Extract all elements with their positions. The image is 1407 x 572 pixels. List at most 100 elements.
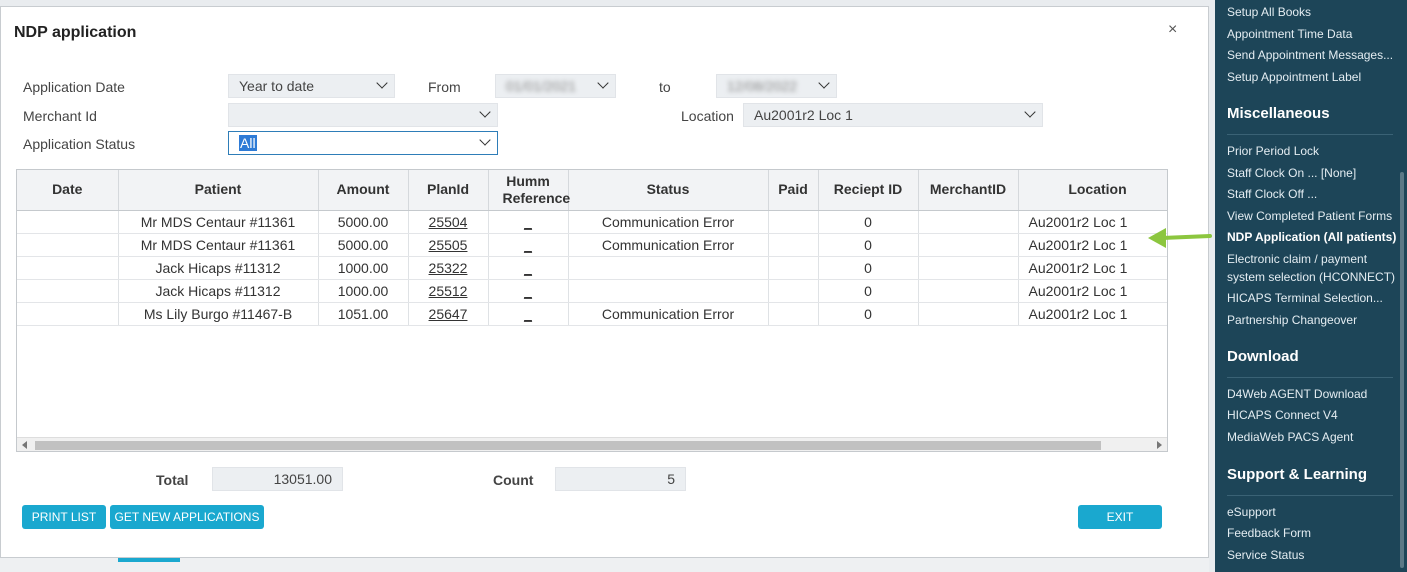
- sidebar-item-prior-period-lock[interactable]: Prior Period Lock: [1227, 144, 1319, 158]
- humm-reference-link[interactable]: _: [524, 214, 532, 230]
- column-header-paid[interactable]: Paid: [768, 170, 819, 211]
- application-date-value: Year to date: [239, 78, 314, 94]
- sidebar-item-electronic-claim-line2[interactable]: system selection (HCONNECT): [1227, 270, 1395, 284]
- sidebar-item-ndp-application[interactable]: NDP Application (All patients): [1227, 230, 1396, 244]
- humm-reference-link[interactable]: _: [524, 306, 532, 322]
- column-header-status[interactable]: Status: [568, 170, 769, 211]
- sidebar-scrollbar[interactable]: [1400, 172, 1404, 568]
- cell-status: [568, 279, 769, 303]
- humm-reference-link[interactable]: _: [524, 283, 532, 299]
- download-heading: Download: [1227, 348, 1299, 365]
- application-status-select[interactable]: All: [228, 131, 498, 155]
- scrollbar-thumb[interactable]: [35, 441, 1101, 450]
- chevron-down-icon: [479, 106, 491, 118]
- cell-receipt-id: 0: [818, 233, 919, 257]
- scroll-left-icon[interactable]: [22, 441, 27, 449]
- cell-merchantid: [918, 233, 1019, 257]
- merchant-id-select[interactable]: [228, 103, 498, 127]
- table-row[interactable]: Mr MDS Centaur #11361 5000.00 25504 _ Co…: [17, 210, 1167, 234]
- sidebar-item-d4web-agent-download[interactable]: D4Web AGENT Download: [1227, 387, 1367, 401]
- print-list-button[interactable]: PRINT LIST: [22, 505, 106, 529]
- cell-planid: 25504: [408, 210, 489, 234]
- chevron-down-icon: [376, 77, 388, 89]
- background-strip: [0, 558, 1209, 572]
- scroll-right-icon[interactable]: [1157, 441, 1162, 449]
- sidebar-item-electronic-claim[interactable]: Electronic claim / payment: [1227, 252, 1367, 266]
- humm-reference-link[interactable]: _: [524, 260, 532, 276]
- cell-amount: 1000.00: [318, 256, 409, 280]
- planid-link[interactable]: 25504: [429, 214, 468, 230]
- sidebar-item-staff-clock-on[interactable]: Staff Clock On ... [None]: [1227, 166, 1356, 180]
- close-icon[interactable]: ×: [1168, 21, 1177, 39]
- table-row[interactable]: Jack Hicaps #11312 1000.00 25322 _ 0 Au2…: [17, 256, 1167, 280]
- cell-location: Au2001r2 Loc 1: [1018, 233, 1167, 257]
- cell-status: Communication Error: [568, 210, 769, 234]
- cell-receipt-id: 0: [818, 256, 919, 280]
- total-value: 13051.00: [212, 467, 343, 491]
- sidebar-item-view-completed-patient-forms[interactable]: View Completed Patient Forms: [1227, 209, 1392, 223]
- sidebar-item-partnership-changeover[interactable]: Partnership Changeover: [1227, 313, 1357, 327]
- to-date-select[interactable]: 12/08/2022: [716, 74, 837, 98]
- get-new-applications-button[interactable]: GET NEW APPLICATIONS: [110, 505, 264, 529]
- cell-patient: Mr MDS Centaur #11361: [118, 210, 319, 234]
- sidebar-item-mediaweb-pacs-agent[interactable]: MediaWeb PACS Agent: [1227, 430, 1353, 444]
- column-header-planid[interactable]: PlanId: [408, 170, 489, 211]
- table-row[interactable]: Ms Lily Burgo #11467-B 1051.00 25647 _ C…: [17, 302, 1167, 326]
- cell-planid: 25322: [408, 256, 489, 280]
- cell-location: Au2001r2 Loc 1: [1018, 279, 1167, 303]
- application-status-value: All: [239, 135, 257, 151]
- cell-date: [17, 233, 119, 257]
- column-header-humm-reference[interactable]: Humm Reference: [488, 170, 570, 211]
- location-label: Location: [681, 108, 734, 124]
- cell-merchantid: [918, 210, 1019, 234]
- sidebar-item-appointment-time-data[interactable]: Appointment Time Data: [1227, 27, 1352, 41]
- column-header-receipt-id[interactable]: Reciept ID: [818, 170, 919, 211]
- from-date-select[interactable]: 01/01/2021: [495, 74, 616, 98]
- chevron-down-icon: [597, 77, 609, 89]
- cell-status: [568, 256, 769, 280]
- applications-table: Date Patient Amount PlanId Humm Referenc…: [17, 170, 1167, 326]
- application-date-select[interactable]: Year to date: [228, 74, 395, 98]
- planid-link[interactable]: 25505: [429, 237, 468, 253]
- from-label: From: [428, 79, 461, 95]
- sidebar-item-staff-clock-off[interactable]: Staff Clock Off ...: [1227, 187, 1317, 201]
- cell-patient: Jack Hicaps #11312: [118, 279, 319, 303]
- location-select[interactable]: Au2001r2 Loc 1: [743, 103, 1043, 127]
- cell-status: Communication Error: [568, 302, 769, 326]
- table-header-row: Date Patient Amount PlanId Humm Referenc…: [17, 170, 1167, 211]
- sidebar-item-setup-all-books[interactable]: Setup All Books: [1227, 5, 1311, 19]
- cell-merchantid: [918, 302, 1019, 326]
- chevron-down-icon: [818, 77, 830, 89]
- sidebar-item-hicaps-connect[interactable]: HICAPS Connect V4: [1227, 408, 1338, 422]
- cell-humm-reference: _: [488, 210, 569, 234]
- sidebar-item-feedback-form[interactable]: Feedback Form: [1227, 526, 1311, 540]
- application-status-label: Application Status: [23, 136, 136, 152]
- sidebar-item-setup-appointment-label[interactable]: Setup Appointment Label: [1227, 70, 1361, 84]
- cell-paid: [768, 279, 819, 303]
- chevron-down-icon: [1024, 106, 1036, 118]
- column-header-location[interactable]: Location: [1018, 170, 1167, 211]
- cell-location: Au2001r2 Loc 1: [1018, 256, 1167, 280]
- column-header-patient[interactable]: Patient: [118, 170, 319, 211]
- exit-button[interactable]: EXIT: [1078, 505, 1162, 529]
- section-divider: [1227, 495, 1393, 496]
- sidebar-item-hicaps-terminal-selection[interactable]: HICAPS Terminal Selection...: [1227, 291, 1383, 305]
- sidebar-item-service-status[interactable]: Service Status: [1227, 548, 1304, 562]
- planid-link[interactable]: 25322: [429, 260, 468, 276]
- miscellaneous-heading: Miscellaneous: [1227, 105, 1330, 122]
- annotation-arrow-icon: [1148, 228, 1212, 248]
- cell-receipt-id: 0: [818, 210, 919, 234]
- planid-link[interactable]: 25647: [429, 306, 468, 322]
- sidebar-item-send-appointment-messages[interactable]: Send Appointment Messages...: [1227, 48, 1393, 62]
- column-header-merchantid[interactable]: MerchantID: [918, 170, 1019, 211]
- cell-patient: Mr MDS Centaur #11361: [118, 233, 319, 257]
- table-row[interactable]: Mr MDS Centaur #11361 5000.00 25505 _ Co…: [17, 233, 1167, 257]
- humm-reference-link[interactable]: _: [524, 237, 532, 253]
- planid-link[interactable]: 25512: [429, 283, 468, 299]
- column-header-amount[interactable]: Amount: [318, 170, 409, 211]
- column-header-date[interactable]: Date: [17, 170, 119, 211]
- table-row[interactable]: Jack Hicaps #11312 1000.00 25512 _ 0 Au2…: [17, 279, 1167, 303]
- horizontal-scrollbar[interactable]: [17, 437, 1167, 451]
- sidebar-item-esupport[interactable]: eSupport: [1227, 505, 1276, 519]
- cell-humm-reference: _: [488, 256, 569, 280]
